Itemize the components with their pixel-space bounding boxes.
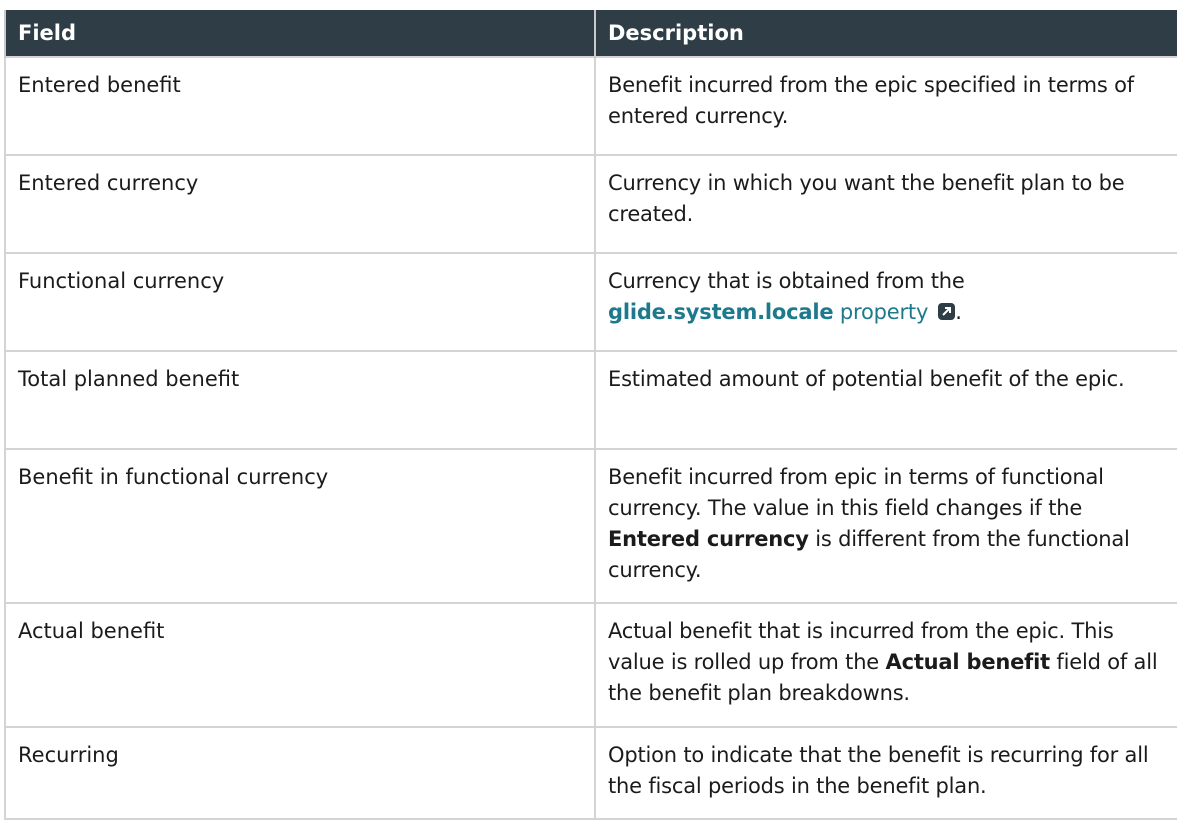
link-bold-text: glide.system.locale <box>608 300 834 324</box>
field-description: Actual benefit that is incurred from the… <box>594 602 1177 728</box>
glide-system-locale-link[interactable]: glide.system.locale property <box>608 300 956 324</box>
field-name: Total planned benefit <box>4 350 596 450</box>
table-row: Functional currency Currency that is obt… <box>4 252 1177 352</box>
table-row: Total planned benefit Estimated amount o… <box>4 350 1177 450</box>
table-row: Benefit in functional currency Benefit i… <box>4 448 1177 604</box>
field-description: Currency that is obtained from the glide… <box>594 252 1177 352</box>
field-description: Currency in which you want the benefit p… <box>594 154 1177 254</box>
table-header-row: Field Description <box>4 10 1177 57</box>
field-description: Option to indicate that the benefit is r… <box>594 726 1177 820</box>
description-text: Benefit incurred from epic in terms of f… <box>608 465 1104 520</box>
field-name: Benefit in functional currency <box>4 448 596 604</box>
field-name: Entered benefit <box>4 56 596 156</box>
field-name: Actual benefit <box>4 602 596 728</box>
table-row: Recurring Option to indicate that the be… <box>4 726 1177 820</box>
header-description: Description <box>594 10 1177 57</box>
field-description: Estimated amount of potential benefit of… <box>594 350 1177 450</box>
table-row: Actual benefit Actual benefit that is in… <box>4 602 1177 728</box>
header-field: Field <box>4 10 596 57</box>
bold-term: Actual benefit <box>885 650 1051 674</box>
description-text: Currency that is obtained from the <box>608 269 965 293</box>
description-suffix: . <box>955 300 962 324</box>
fields-table: Field Description Entered benefit Benefi… <box>4 10 1177 820</box>
table-row: Entered currency Currency in which you w… <box>4 154 1177 254</box>
bold-term: Entered currency <box>608 527 809 551</box>
link-text: property <box>839 300 929 324</box>
field-name: Functional currency <box>4 252 596 352</box>
field-name: Entered currency <box>4 154 596 254</box>
field-description: Benefit incurred from epic in terms of f… <box>594 448 1177 604</box>
field-description: Benefit incurred from the epic specified… <box>594 56 1177 156</box>
field-name: Recurring <box>4 726 596 820</box>
table-row: Entered benefit Benefit incurred from th… <box>4 56 1177 156</box>
external-link-icon[interactable] <box>938 303 956 320</box>
